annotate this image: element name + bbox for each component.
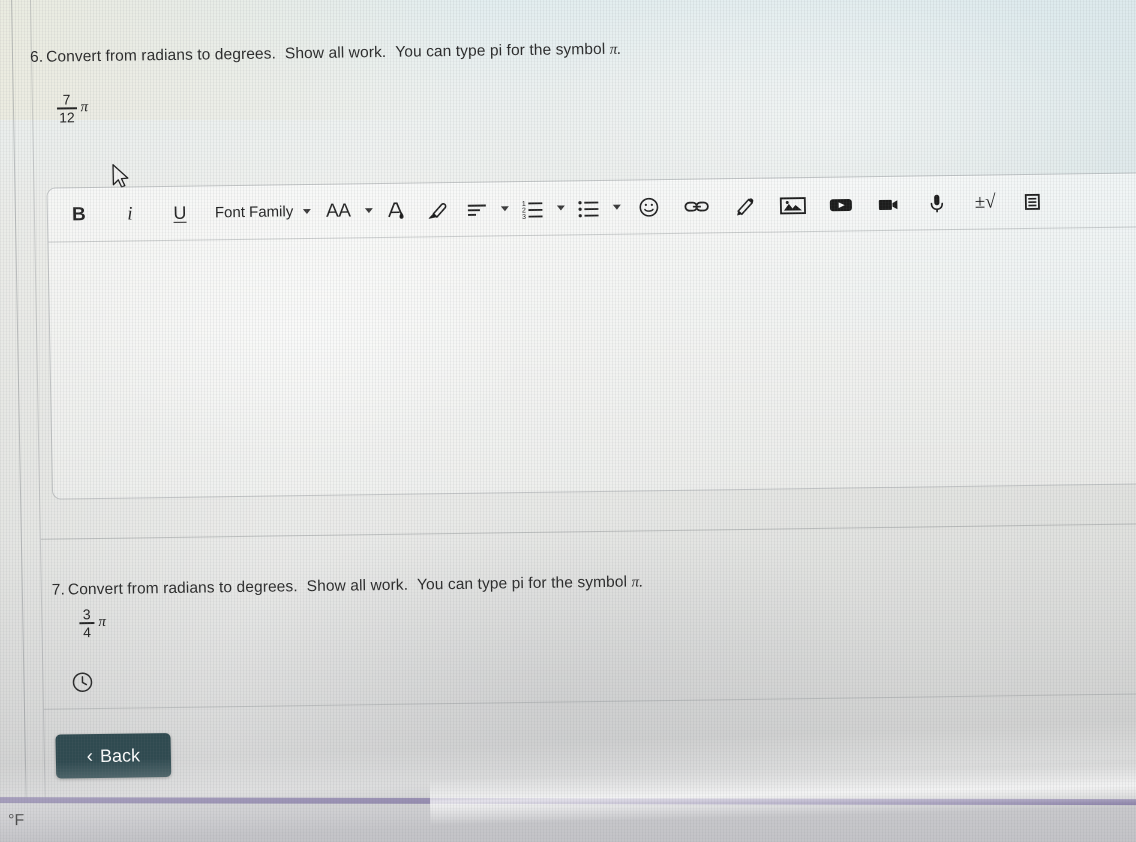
clock-icon[interactable]: [69, 669, 95, 695]
video-icon[interactable]: [817, 184, 866, 225]
fraction-3-4: 3 4: [79, 606, 95, 640]
fraction-numerator: 7: [62, 91, 71, 108]
more-options-icon[interactable]: [1009, 181, 1058, 222]
back-button-label: Back: [99, 744, 141, 766]
link-icon[interactable]: [673, 186, 722, 227]
question-6-prompt-b: Show all work.: [284, 43, 387, 63]
question-6-expression: 7 12 π: [56, 91, 89, 126]
question-7-prompt: 7. Convert from radians to degrees. Show a…: [52, 570, 792, 601]
weather-condition: [8, 834, 24, 842]
answer-editor[interactable]: B i U Font Family AA 1 2 3 ±√: [46, 172, 1136, 500]
question-6-prompt-a: Convert from radians to degrees.: [46, 45, 277, 66]
camcorder-icon[interactable]: [865, 183, 914, 224]
underline-button[interactable]: U: [163, 193, 198, 233]
align-chevron-down-icon[interactable]: [497, 189, 514, 229]
chevron-left-icon: ‹: [86, 745, 94, 767]
question-7-expression-pi: π: [98, 614, 107, 631]
panel-edge-inner: [29, 0, 48, 842]
question-7-prompt-b: Show all work.: [306, 576, 409, 596]
fraction-7-12: 7 12: [56, 91, 77, 126]
microphone-icon[interactable]: [913, 182, 962, 223]
question-6-pi-symbol: π.: [609, 41, 622, 58]
italic-button[interactable]: i: [113, 194, 148, 234]
question-6-expression-pi: π: [80, 99, 89, 116]
bold-button[interactable]: B: [62, 194, 97, 234]
pencil-icon[interactable]: [721, 185, 770, 226]
align-left-icon[interactable]: [457, 189, 498, 230]
text-color-icon[interactable]: [377, 190, 418, 231]
highlighter-icon[interactable]: [417, 189, 458, 230]
os-taskbar: [0, 803, 1136, 842]
question-6-prompt: 6. Convert from radians to degrees. Show a…: [30, 37, 790, 68]
weather-widget[interactable]: °F: [8, 812, 24, 842]
font-size-label: AA: [325, 199, 351, 222]
numbered-list-chevron-down-icon[interactable]: [553, 188, 570, 228]
math-equation-label: ±√: [974, 190, 996, 213]
bullet-list-icon[interactable]: [569, 187, 610, 228]
panel-edge-left: [10, 0, 29, 842]
question-7-prompt-a: Convert from radians to degrees.: [67, 578, 298, 599]
editor-text-area[interactable]: [48, 227, 1136, 497]
question-7-prompt-c: You can type pi for the symbol: [416, 573, 628, 594]
question-6-number: 6.: [29, 48, 44, 66]
font-size-chevron-down-icon[interactable]: [361, 191, 378, 231]
section-divider-lower: [43, 693, 1136, 710]
font-size-button[interactable]: AA: [315, 191, 362, 232]
back-button[interactable]: ‹ Back: [55, 732, 172, 779]
fraction-denominator: 4: [83, 623, 92, 640]
question-6-prompt-c: You can type pi for the symbol: [395, 40, 606, 61]
fraction-numerator: 3: [82, 606, 91, 623]
image-icon[interactable]: [769, 184, 818, 225]
font-family-dropdown[interactable]: Font Family: [209, 192, 300, 233]
question-7-number: 7.: [51, 581, 66, 599]
question-7-expression: 3 4 π: [79, 606, 107, 640]
numbered-list-icon[interactable]: 1 2 3: [513, 188, 554, 229]
question-6: 6. Convert from radians to degrees. Show a…: [30, 37, 790, 188]
fraction-denominator: 12: [58, 108, 75, 126]
screenshot-stage: 6. Convert from radians to degrees. Show a…: [0, 0, 1136, 842]
question-7-pi-symbol: π.: [631, 574, 644, 591]
math-equation-button[interactable]: ±√: [961, 182, 1010, 223]
section-divider-upper: [40, 523, 1136, 540]
font-family-chevron-down-icon[interactable]: [299, 191, 316, 231]
bullet-list-chevron-down-icon[interactable]: [609, 187, 626, 227]
svg-text:3: 3: [522, 213, 526, 220]
weather-temperature: °F: [8, 812, 25, 830]
question-7: 7. Convert from radians to degrees. Show a…: [52, 570, 792, 640]
assignment-page: 6. Convert from radians to degrees. Show a…: [0, 0, 1136, 842]
emoji-icon[interactable]: [625, 186, 674, 227]
